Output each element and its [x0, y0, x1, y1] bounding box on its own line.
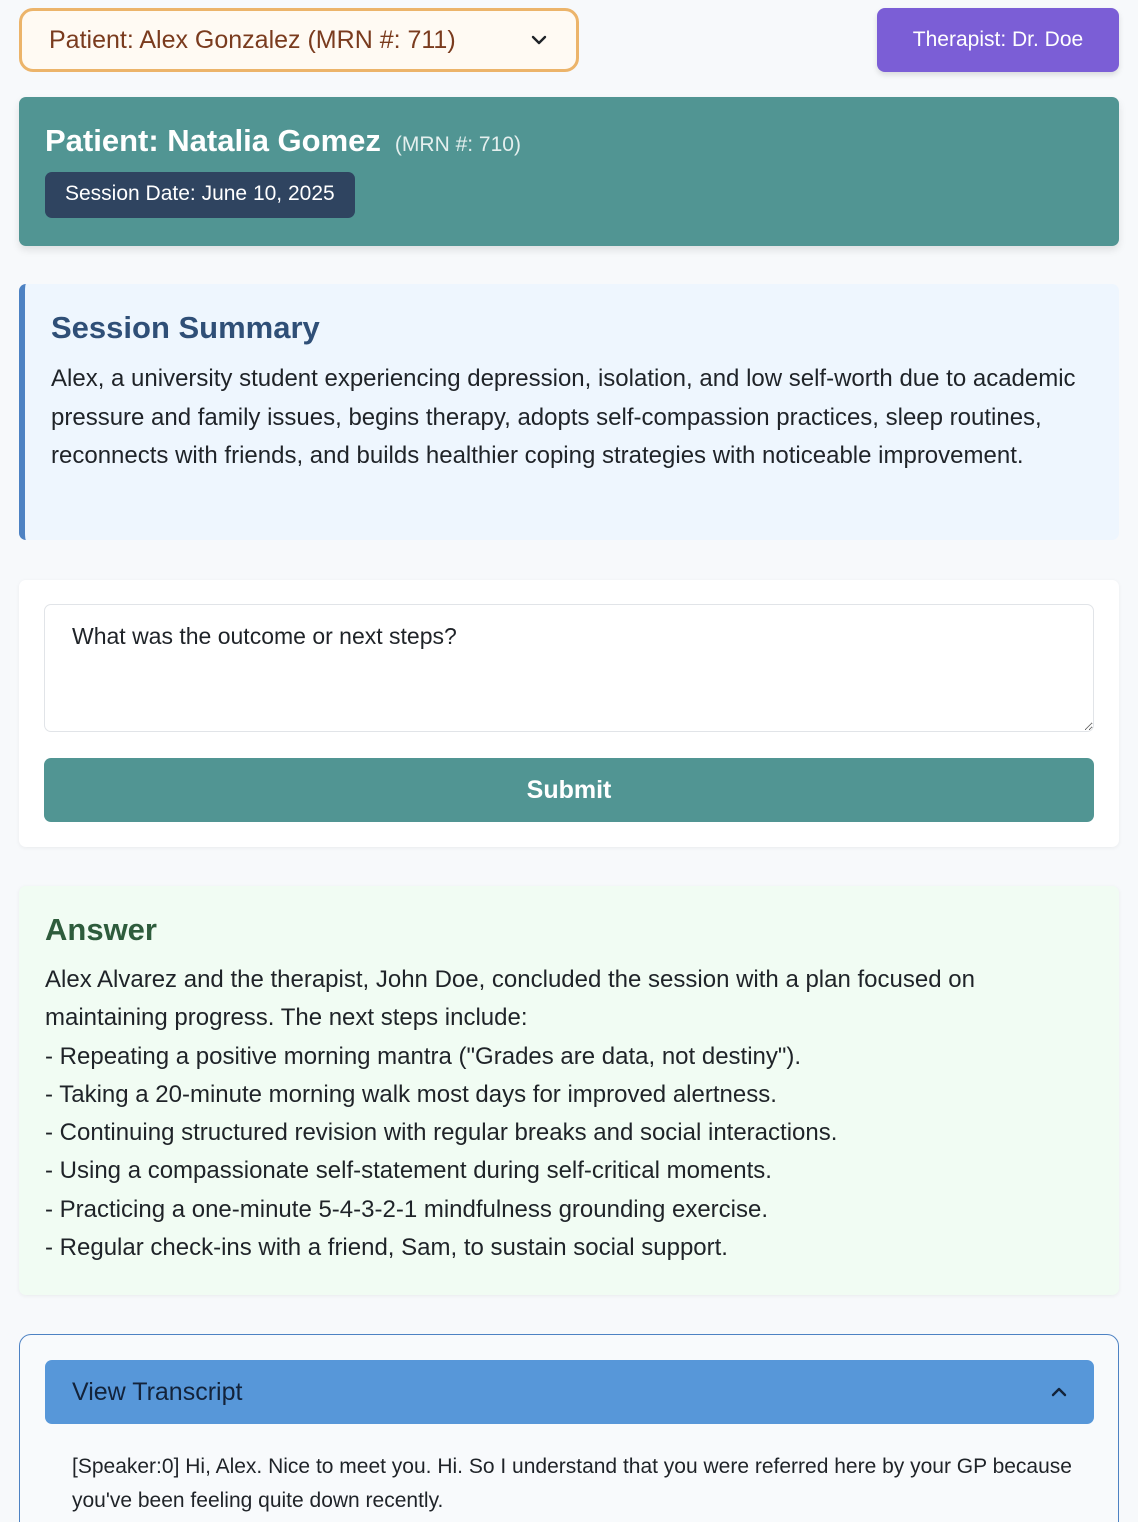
therapist-button[interactable]: Therapist: Dr. Doe — [877, 8, 1119, 72]
patient-select-value: Patient: Alex Gonzalez (MRN #: 711) — [49, 25, 456, 54]
session-summary-card: Session Summary Alex, a university stude… — [19, 284, 1119, 540]
session-date-badge: Session Date: June 10, 2025 — [45, 172, 355, 218]
answer-step: - Practicing a one-minute 5-4-3-2-1 mind… — [45, 1195, 769, 1223]
chevron-up-icon — [1051, 1387, 1067, 1397]
session-summary-title: Session Summary — [51, 310, 320, 345]
answer-step: - Using a compassionate self-statement d… — [45, 1157, 772, 1185]
answer-step: - Continuing structured revision with re… — [45, 1119, 838, 1147]
transcript-card: View Transcript [Speaker:0] Hi, Alex. Ni… — [19, 1334, 1119, 1522]
patient-mrn: (MRN #: 710) — [394, 133, 521, 156]
session-summary-text: Alex, a university student experiencing … — [51, 365, 1076, 469]
answer-intro: Alex Alvarez and the therapist, John Doe… — [45, 966, 975, 1032]
patient-name: Patient: Natalia Gomez — [45, 123, 381, 158]
answer-card: Answer Alex Alvarez and the therapist, J… — [19, 886, 1119, 1295]
answer-step: - Taking a 20-minute morning walk most d… — [45, 1080, 777, 1108]
chevron-down-icon — [531, 35, 547, 45]
patient-select[interactable]: Patient: Alex Gonzalez (MRN #: 711) — [19, 8, 579, 72]
header-title-row: Patient: Natalia Gomez (MRN #: 710) — [45, 123, 1093, 159]
answer-title: Answer — [45, 912, 157, 947]
patient-header-card: Patient: Natalia Gomez (MRN #: 710) Sess… — [19, 97, 1119, 246]
question-input[interactable] — [44, 604, 1094, 732]
view-transcript-toggle[interactable]: View Transcript — [45, 1360, 1094, 1424]
submit-button[interactable]: Submit — [44, 758, 1094, 822]
view-transcript-label: View Transcript — [72, 1377, 243, 1406]
transcript-text: [Speaker:0] Hi, Alex. Nice to meet you. … — [72, 1455, 1072, 1512]
answer-step: - Repeating a positive morning mantra ("… — [45, 1042, 802, 1070]
answer-step: - Regular check-ins with a friend, Sam, … — [45, 1234, 728, 1262]
question-card: Submit — [19, 580, 1119, 847]
